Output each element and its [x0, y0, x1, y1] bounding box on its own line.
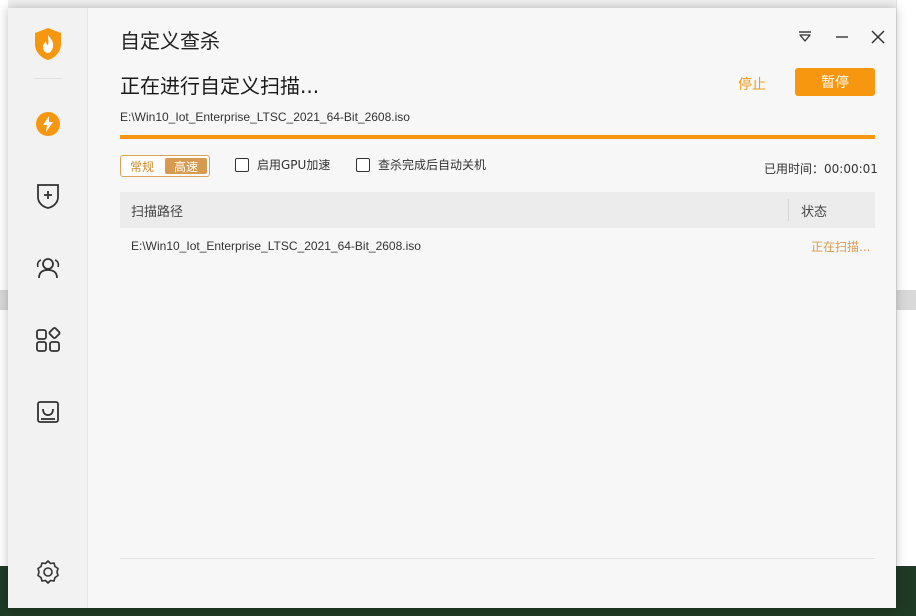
users-icon[interactable]	[30, 250, 66, 286]
stop-button[interactable]: 停止	[738, 74, 766, 94]
main-panel: 自定义查杀 正在进行自定义扫描... 停止 暂停 E:\Win10_Iot_En…	[88, 8, 896, 608]
lightning-icon[interactable]	[30, 106, 66, 142]
shutdown-checkbox-label: 查杀完成后自动关机	[378, 158, 487, 172]
background-left-column	[0, 0, 8, 566]
table-row[interactable]: E:\Win10_Iot_Enterprise_LTSC_2021_64-Bit…	[120, 232, 875, 260]
column-header-path: 扫描路径	[131, 204, 184, 220]
box-tray-icon[interactable]	[30, 394, 66, 430]
mode-fast-option[interactable]: 高速	[165, 158, 207, 174]
gpu-acceleration-checkbox[interactable]: 启用GPU加速	[235, 156, 330, 173]
shield-plus-icon[interactable]	[30, 178, 66, 214]
minimize-icon[interactable]	[831, 26, 853, 48]
column-header-status: 状态	[801, 204, 828, 220]
window-title: 自定义查杀	[120, 29, 220, 53]
apps-grid-icon[interactable]	[30, 322, 66, 358]
scan-progress-bar	[120, 135, 875, 139]
gpu-checkbox-box[interactable]	[235, 157, 249, 172]
menu-triangle-icon[interactable]	[794, 26, 816, 48]
background-window-top	[0, 0, 916, 8]
gpu-checkbox-label: 启用GPU加速	[257, 158, 331, 172]
gear-icon[interactable]	[30, 554, 66, 590]
scan-mode-toggle: 常规 高速	[120, 155, 210, 177]
row-status: 正在扫描...	[811, 239, 871, 254]
scanning-file-path: E:\Win10_Iot_Enterprise_LTSC_2021_64-Bit…	[120, 110, 410, 124]
shutdown-checkbox-box[interactable]	[356, 157, 370, 172]
elapsed-time: 已用时间：00:00:01	[764, 162, 878, 176]
background-right-column	[896, 0, 916, 566]
close-icon[interactable]	[867, 26, 889, 48]
list-bottom-divider	[120, 558, 875, 559]
logo-separator	[34, 78, 62, 79]
auto-shutdown-checkbox[interactable]: 查杀完成后自动关机	[356, 156, 486, 173]
scan-heading: 正在进行自定义扫描...	[120, 74, 320, 98]
scan-window: 自定义查杀 正在进行自定义扫描... 停止 暂停 E:\Win10_Iot_En…	[8, 8, 896, 608]
scan-progress-fill	[120, 135, 875, 139]
row-path: E:\Win10_Iot_Enterprise_LTSC_2021_64-Bit…	[131, 239, 421, 253]
table-header: 扫描路径 状态	[120, 192, 875, 228]
mode-normal-option[interactable]: 常规	[121, 156, 163, 176]
pause-button[interactable]: 暂停	[795, 68, 875, 96]
sidebar	[8, 8, 88, 608]
shield-flame-logo-icon	[30, 26, 66, 62]
